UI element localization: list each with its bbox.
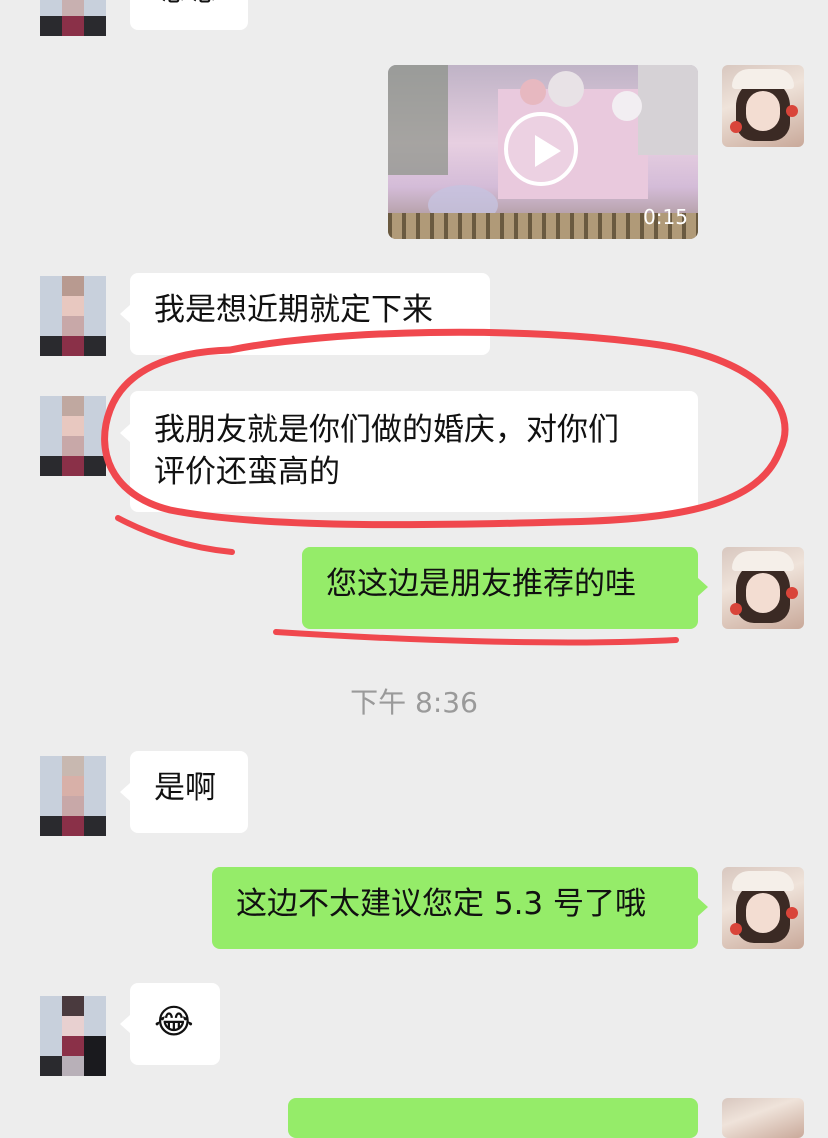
avatar-face — [746, 893, 780, 933]
bubble-tail — [120, 783, 130, 801]
avatar-flower — [730, 603, 742, 615]
video-window — [638, 65, 698, 155]
message-bubble[interactable]: 😂 — [130, 983, 220, 1065]
balloon — [520, 79, 546, 105]
play-button[interactable] — [504, 112, 578, 186]
message-text: 这边不太建议您定 5.3 号了哦 — [236, 886, 647, 922]
message-bubble[interactable]: 是啊 — [130, 751, 248, 833]
avatar-face — [746, 91, 780, 131]
contact-avatar[interactable] — [40, 396, 106, 476]
message-text: 我是想近期就定下来 — [154, 292, 433, 328]
video-building — [388, 65, 448, 175]
play-icon — [535, 135, 561, 167]
message-bubble-partial[interactable] — [288, 1098, 698, 1138]
message-bubble[interactable]: 这边不太建议您定 5.3 号了哦 — [212, 867, 698, 949]
message-bubble[interactable]: 嗯嗯 — [130, 0, 248, 30]
message-text: 嗯嗯 — [154, 0, 216, 9]
avatar-face — [746, 573, 780, 613]
bubble-tail — [698, 578, 708, 596]
avatar-flower — [786, 587, 798, 599]
bubble-tail — [120, 305, 130, 323]
video-duration: 0:15 — [643, 205, 688, 229]
message-bubble[interactable]: 我是想近期就定下来 — [130, 273, 490, 355]
message-bubble[interactable]: 您这边是朋友推荐的哇 — [302, 547, 698, 629]
bubble-tail — [698, 898, 708, 916]
avatar-flower — [730, 121, 742, 133]
message-text-line: 评价还蛮高的 — [154, 454, 340, 490]
my-avatar[interactable] — [722, 547, 804, 629]
avatar-flower — [730, 923, 742, 935]
my-avatar[interactable] — [722, 65, 804, 147]
contact-avatar[interactable] — [40, 276, 106, 356]
contact-avatar[interactable] — [40, 996, 106, 1076]
balloon — [548, 71, 584, 107]
bubble-tail — [120, 424, 130, 442]
my-avatar-partial[interactable] — [722, 1098, 804, 1138]
avatar-flower — [786, 105, 798, 117]
bubble-tail — [120, 1015, 130, 1033]
balloon — [612, 91, 642, 121]
timestamp: 下午 8:36 — [350, 686, 478, 719]
video-message[interactable]: 0:15 — [388, 65, 698, 239]
contact-avatar[interactable] — [40, 756, 106, 836]
message-bubble[interactable]: 我朋友就是你们做的婚庆，对你们 评价还蛮高的 — [130, 391, 698, 512]
avatar-hat — [732, 551, 794, 571]
message-text-line: 我朋友就是你们做的婚庆，对你们 — [154, 412, 619, 448]
contact-avatar[interactable] — [40, 0, 106, 36]
avatar-hat — [732, 871, 794, 891]
annotation-underline — [273, 629, 679, 646]
my-avatar[interactable] — [722, 867, 804, 949]
avatar-hat — [732, 69, 794, 89]
annotation-circle-tail — [115, 515, 235, 555]
avatar-flower — [786, 907, 798, 919]
message-text: 您这边是朋友推荐的哇 — [326, 566, 636, 602]
message-text: 是啊 — [154, 770, 216, 806]
tears-of-joy-emoji: 😂 — [154, 1002, 194, 1042]
